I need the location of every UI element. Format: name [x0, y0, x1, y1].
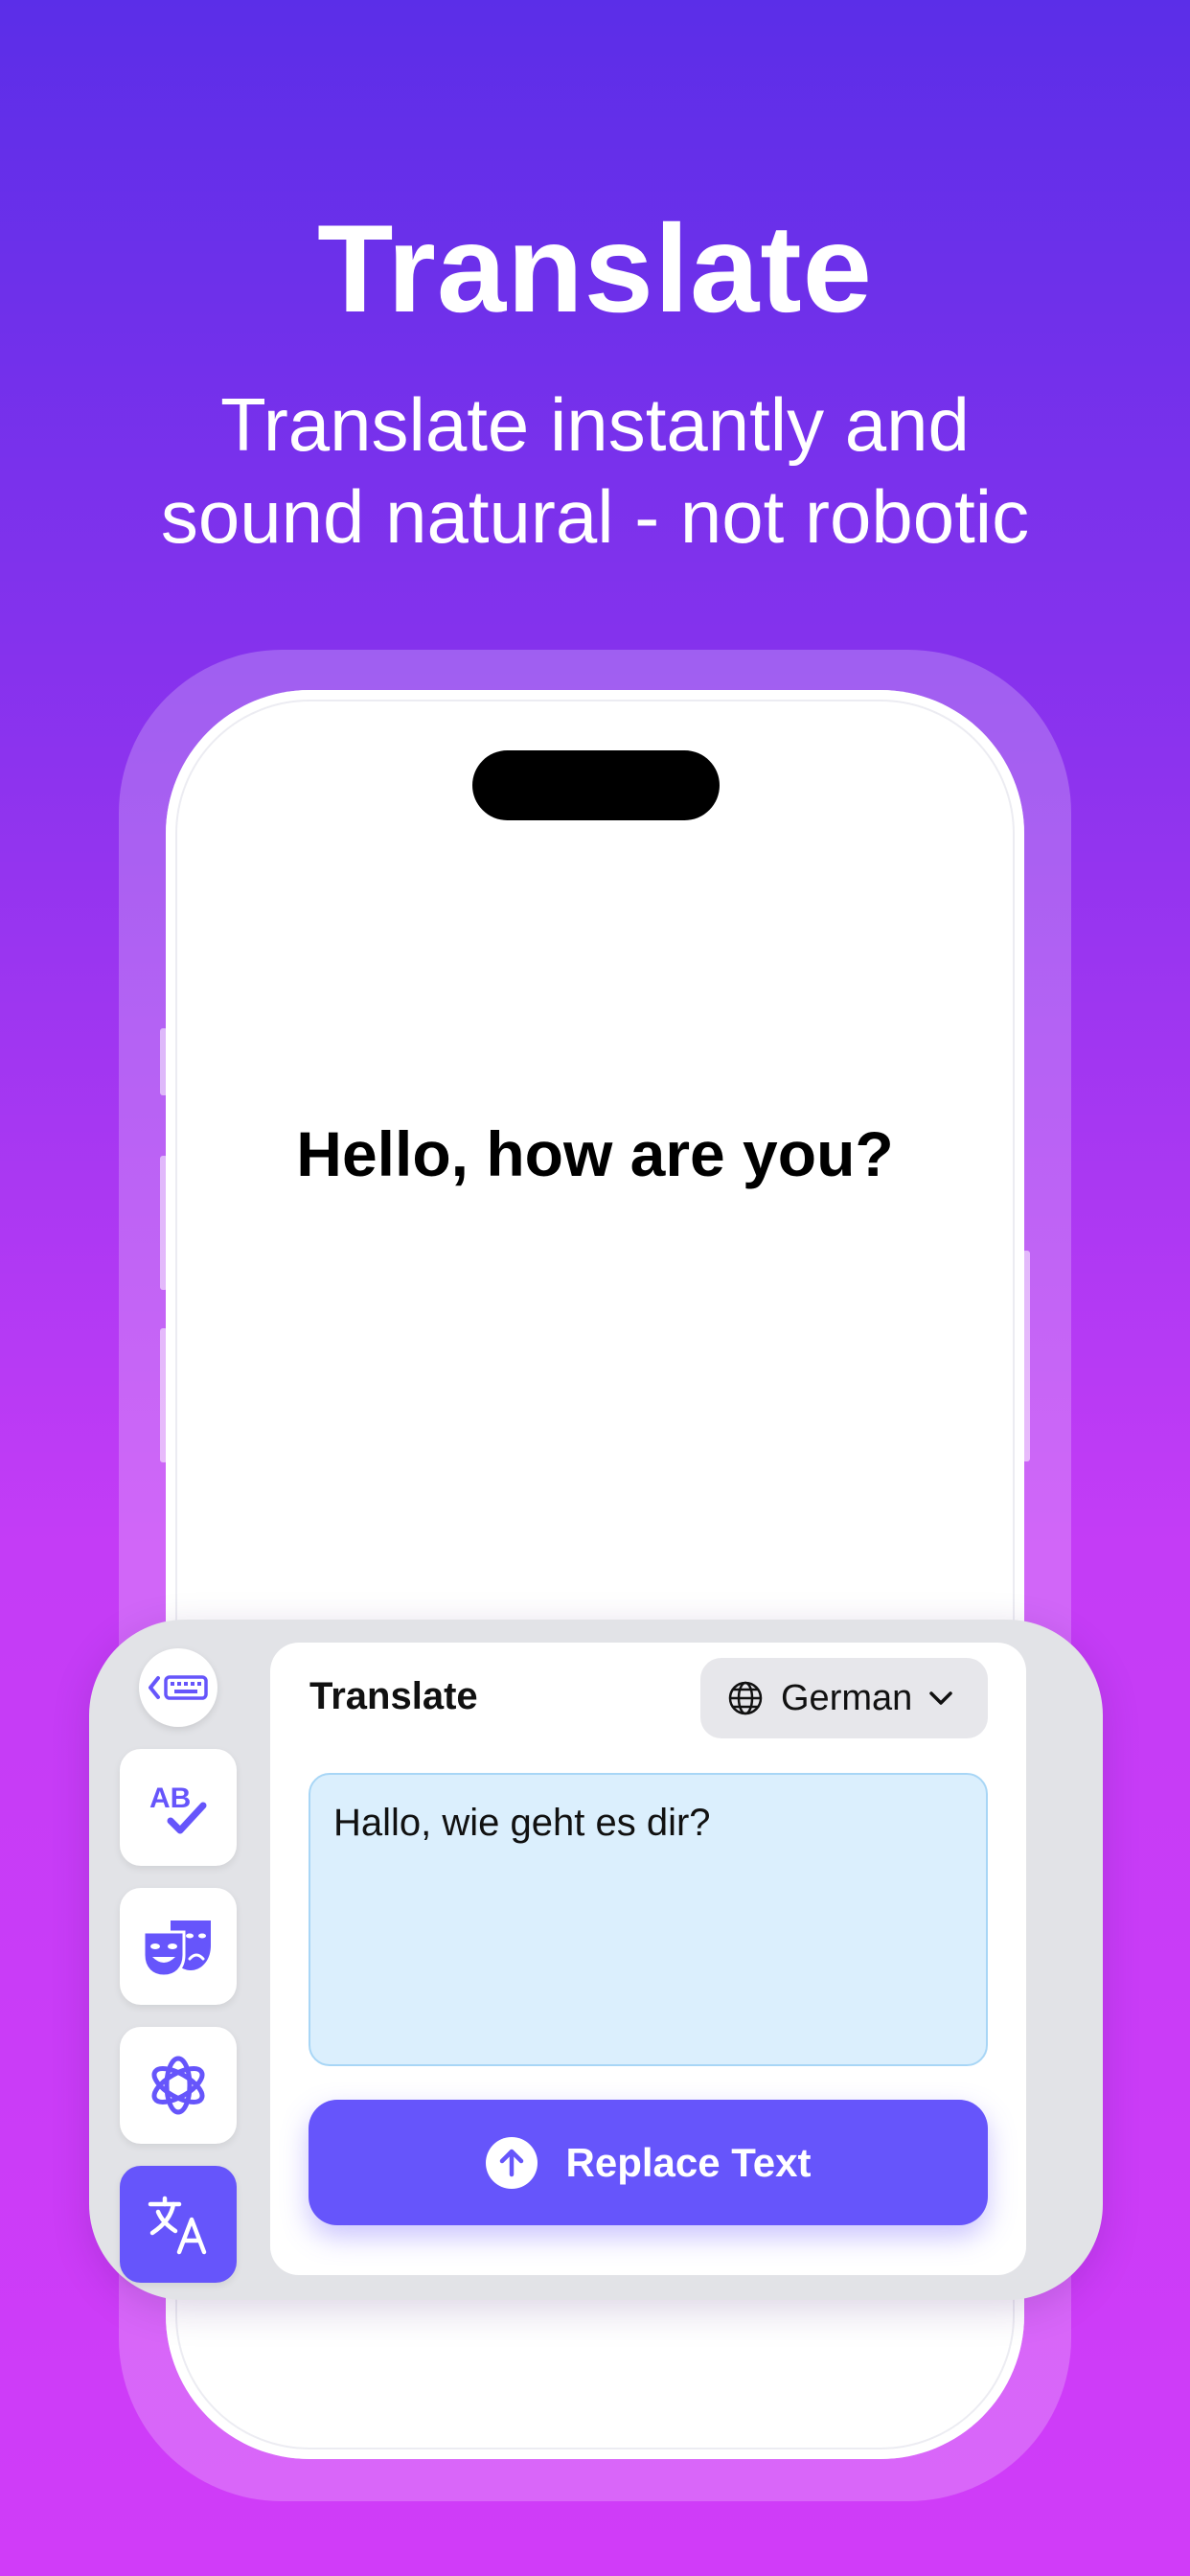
language-select[interactable]: German	[700, 1658, 988, 1738]
card-title: Translate	[309, 1675, 478, 1717]
chevron-down-icon	[927, 1690, 954, 1707]
language-select-value: German	[781, 1677, 913, 1718]
translated-text-area[interactable]: Hallo, wie geht es dir?	[309, 1773, 988, 2066]
replace-text-label: Replace Text	[565, 2139, 812, 2185]
keyboard-back-icon	[149, 1675, 208, 1700]
subheadline: Translate instantly and sound natural - …	[0, 379, 1190, 563]
headline: Translate	[317, 198, 873, 338]
arrow-up-circle-icon	[485, 2136, 538, 2189]
keyboard-back-button[interactable]	[139, 1648, 217, 1727]
spellcheck-tool-button[interactable]: AB	[120, 1749, 237, 1866]
ai-tool-button[interactable]	[120, 2027, 237, 2144]
translate-tool-button[interactable]	[120, 2166, 237, 2283]
translate-icon	[148, 2196, 207, 2255]
subheadline-line-2: sound natural - not robotic	[160, 474, 1030, 559]
globe-icon	[728, 1681, 763, 1715]
tone-tool-button[interactable]	[120, 1888, 237, 2005]
ai-knot-icon	[151, 2056, 205, 2115]
subheadline-line-1: Translate instantly and	[220, 382, 970, 467]
svg-text:AB: AB	[149, 1782, 191, 1814]
phone-screen-text: Hello, how are you?	[296, 1118, 894, 1189]
dynamic-island	[472, 750, 720, 820]
spellcheck-icon: AB	[149, 1782, 207, 1834]
replace-text-button[interactable]: Replace Text	[309, 2100, 988, 2225]
theater-masks-icon	[142, 1920, 211, 1978]
